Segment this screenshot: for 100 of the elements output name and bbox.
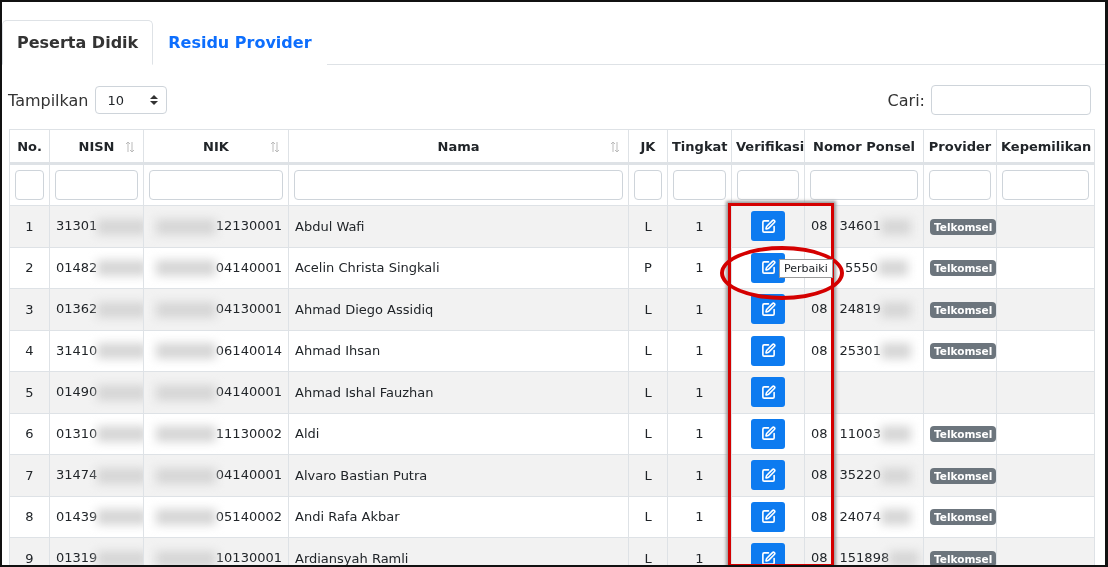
table-cell: 08 bbox=[811, 425, 828, 441]
table-cell: 5550 bbox=[845, 259, 879, 275]
table-cell: L bbox=[644, 384, 652, 400]
table-cell: 11130002 bbox=[215, 425, 282, 441]
edit-button[interactable] bbox=[751, 335, 785, 366]
table-cell: Andi Rafa Akbar bbox=[295, 509, 400, 525]
filter-field[interactable] bbox=[294, 170, 623, 200]
blurred-redaction bbox=[155, 509, 216, 525]
table-cell: 35220 bbox=[839, 467, 881, 482]
table-cell: 1 bbox=[695, 301, 704, 317]
table-cell: 12130001 bbox=[215, 218, 282, 233]
caret-icon bbox=[149, 94, 158, 106]
column-header[interactable]: NIK bbox=[143, 129, 289, 164]
table-cell: 08 bbox=[811, 550, 828, 565]
table-cell: 01310 bbox=[56, 425, 98, 441]
table-cell: 04130001 bbox=[215, 301, 282, 316]
table-cell: 1 bbox=[695, 550, 704, 565]
table-cell: 1 bbox=[695, 260, 704, 276]
provider-badge: Telkomsel bbox=[930, 218, 996, 235]
filter-field[interactable] bbox=[634, 170, 662, 200]
length-label: Tampilkan bbox=[8, 90, 89, 110]
provider-badge: Telkomsel bbox=[930, 260, 996, 277]
blurred-redaction bbox=[155, 260, 216, 276]
table-cell: 34601 bbox=[839, 218, 881, 233]
blurred-redaction bbox=[97, 260, 143, 276]
table-cell: 4 bbox=[25, 343, 34, 359]
blurred-redaction bbox=[97, 550, 143, 565]
edit-button[interactable] bbox=[751, 377, 785, 408]
edit-button[interactable] bbox=[751, 211, 785, 242]
blurred-redaction bbox=[878, 260, 909, 276]
table-cell: Ardiansyah Ramli bbox=[295, 550, 409, 565]
blurred-redaction bbox=[97, 301, 143, 318]
blurred-redaction bbox=[889, 550, 920, 565]
table-cell: 05140002 bbox=[215, 508, 282, 524]
table-cell: L bbox=[644, 550, 652, 565]
table-cell: 31410 bbox=[56, 342, 98, 358]
column-header[interactable]: Nomor Ponsel bbox=[804, 129, 924, 164]
table-cell: 31474 bbox=[56, 467, 98, 482]
tab[interactable]: Peserta Didik bbox=[2, 20, 154, 65]
table-cell: 04140001 bbox=[215, 384, 282, 399]
table-cell: L bbox=[644, 426, 652, 442]
edit-button[interactable] bbox=[751, 418, 785, 449]
table-cell: 7 bbox=[25, 467, 34, 483]
column-header[interactable]: Provider bbox=[923, 129, 997, 164]
table-cell: P bbox=[644, 260, 652, 276]
table-cell: 8 bbox=[25, 509, 34, 525]
provider-badge: Telkomsel bbox=[930, 509, 996, 526]
filter-field[interactable] bbox=[1002, 170, 1089, 200]
filter-field[interactable] bbox=[737, 170, 799, 200]
table-cell: 08 bbox=[811, 218, 828, 233]
blurred-redaction bbox=[97, 509, 143, 525]
table-cell: 5 bbox=[25, 384, 34, 400]
provider-badge: Telkomsel bbox=[930, 550, 996, 565]
table-cell: 11003 bbox=[839, 425, 881, 441]
edit-icon bbox=[760, 218, 776, 234]
table-cell: Acelin Christa Singkali bbox=[295, 260, 440, 276]
edit-button[interactable] bbox=[751, 460, 785, 491]
column-header[interactable]: Kepemilikan bbox=[996, 129, 1095, 164]
table-cell: 01490 bbox=[56, 384, 98, 399]
table-cell: 1 bbox=[695, 218, 704, 234]
table-cell: 01482 bbox=[56, 259, 98, 275]
table-cell: Alvaro Bastian Putra bbox=[295, 467, 428, 483]
table-cell: Ahmad Ihsan bbox=[295, 343, 381, 359]
table-cell: L bbox=[644, 218, 652, 234]
column-header[interactable]: NISN bbox=[49, 129, 144, 164]
column-header[interactable]: Tingkat bbox=[667, 129, 732, 164]
table-cell: L bbox=[644, 343, 652, 359]
table-cell: Abdul Wafi bbox=[295, 218, 365, 234]
search-field[interactable] bbox=[931, 85, 1091, 115]
column-header[interactable]: Verifikasi bbox=[731, 129, 805, 164]
column-header[interactable]: Nama bbox=[288, 129, 629, 164]
edit-button[interactable] bbox=[751, 501, 785, 532]
table-cell: Ahmad Ishal Fauzhan bbox=[295, 384, 434, 400]
table-cell: 6 bbox=[25, 426, 34, 442]
edit-icon bbox=[760, 467, 776, 483]
table-cell: L bbox=[644, 509, 652, 525]
filter-field[interactable] bbox=[673, 170, 726, 200]
column-header[interactable]: JK bbox=[628, 129, 668, 164]
filter-field[interactable] bbox=[810, 170, 918, 200]
table-cell: 31301 bbox=[56, 218, 98, 233]
filter-field[interactable] bbox=[929, 170, 991, 200]
table-cell: 3 bbox=[25, 301, 34, 317]
table-cell: 1 bbox=[695, 384, 704, 400]
filter-field[interactable] bbox=[149, 170, 283, 200]
table-cell: L bbox=[644, 301, 652, 317]
edit-icon bbox=[760, 384, 776, 400]
page-length-select[interactable]: 10 bbox=[94, 86, 167, 114]
edit-button[interactable] bbox=[751, 543, 785, 565]
column-header[interactable]: No. bbox=[9, 129, 50, 164]
table-cell: 01362 bbox=[56, 301, 98, 316]
filter-field[interactable] bbox=[55, 170, 138, 200]
table-cell: 1 bbox=[695, 509, 704, 525]
filter-field[interactable] bbox=[15, 170, 44, 200]
blurred-redaction bbox=[880, 509, 911, 525]
table-cell: Ahmad Diego Assidiq bbox=[295, 301, 434, 317]
edit-icon bbox=[760, 260, 776, 276]
table-cell: 24819 bbox=[839, 301, 881, 316]
blurred-redaction bbox=[155, 426, 216, 442]
table-cell: 01439 bbox=[56, 508, 98, 524]
table-cell: 1 bbox=[25, 218, 34, 234]
